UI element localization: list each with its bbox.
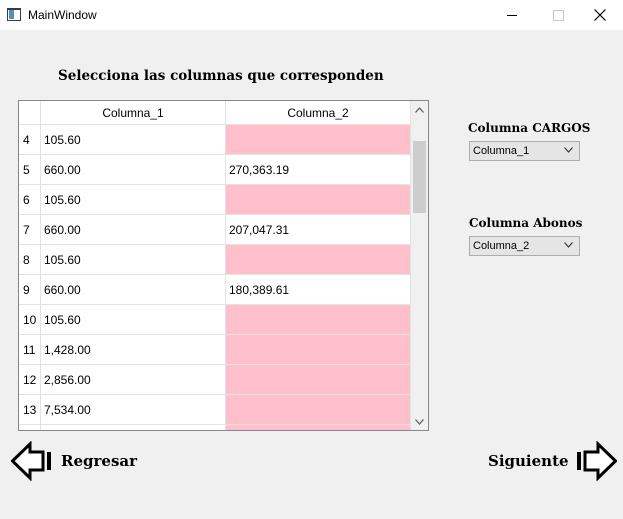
table-row: 7 660.00 207,047.31	[19, 215, 411, 245]
maximize-icon	[552, 9, 564, 21]
table-row: 13 7,534.00	[19, 395, 411, 425]
data-table[interactable]: Columna_1 Columna_2 4 105.60 5 660.00 270,36…	[18, 100, 429, 431]
cell-columna-1[interactable]	[41, 425, 226, 430]
row-header[interactable]: 14	[19, 425, 41, 430]
table-row: 9 660.00 180,389.61	[19, 275, 411, 305]
row-header[interactable]: 11	[19, 335, 41, 365]
minimize-button[interactable]	[489, 0, 535, 30]
row-header[interactable]: 13	[19, 395, 41, 425]
page-heading: Selecciona las columnas que corresponden	[58, 68, 384, 84]
cell-columna-2[interactable]	[226, 245, 411, 275]
table-corner-header[interactable]	[19, 101, 41, 125]
close-button[interactable]	[577, 0, 623, 30]
cargos-selected-value: Columna_1	[473, 145, 530, 157]
row-header[interactable]: 4	[19, 125, 41, 155]
cell-columna-2[interactable]	[226, 335, 411, 365]
minimize-icon	[506, 14, 517, 16]
cell-columna-2[interactable]	[226, 425, 411, 430]
cell-columna-2[interactable]	[226, 365, 411, 395]
cell-columna-2[interactable]: 270,363.19	[226, 155, 411, 185]
chevron-up-icon	[415, 106, 424, 113]
table-row: 8 105.60	[19, 245, 411, 275]
next-button[interactable]: Siguiente	[488, 441, 617, 481]
cell-columna-2[interactable]	[226, 185, 411, 215]
chevron-down-icon	[415, 418, 424, 425]
app-window-icon	[7, 8, 21, 21]
cell-columna-2[interactable]: 207,047.31	[226, 215, 411, 245]
cell-columna-2[interactable]: 180,389.61	[226, 275, 411, 305]
cell-columna-2[interactable]	[226, 305, 411, 335]
cell-columna-1[interactable]: 660.00	[41, 155, 226, 185]
cell-columna-1[interactable]: 660.00	[41, 275, 226, 305]
arrow-right-icon	[576, 441, 617, 481]
back-button[interactable]: Regresar	[11, 441, 137, 481]
window-title: MainWindow	[28, 8, 97, 22]
table-body: 4 105.60 5 660.00 270,363.19 6 105.60 7 660.00 20…	[19, 125, 411, 430]
abonos-label: Columna Abonos	[469, 216, 583, 230]
table-row: 6 105.60	[19, 185, 411, 215]
table-row: 12 2,856.00	[19, 365, 411, 395]
table-row: 4 105.60	[19, 125, 411, 155]
cell-columna-1[interactable]: 660.00	[41, 215, 226, 245]
scroll-down-button[interactable]	[411, 413, 428, 430]
column-header-2[interactable]: Columna_2	[226, 101, 411, 125]
close-icon	[594, 9, 606, 21]
cargos-column-select[interactable]: Columna_1	[469, 141, 580, 161]
row-header[interactable]: 12	[19, 365, 41, 395]
row-header[interactable]: 9	[19, 275, 41, 305]
arrow-left-icon	[11, 441, 51, 481]
row-header[interactable]: 6	[19, 185, 41, 215]
column-header-1[interactable]: Columna_1	[41, 101, 226, 125]
abonos-selected-value: Columna_2	[473, 240, 530, 252]
scrollbar-thumb[interactable]	[413, 141, 426, 213]
cargos-label: Columna CARGOS	[468, 121, 591, 135]
cell-columna-1[interactable]: 7,534.00	[41, 395, 226, 425]
row-header[interactable]: 7	[19, 215, 41, 245]
table-row: 14	[19, 425, 411, 430]
chevron-down-icon	[564, 242, 573, 248]
row-header[interactable]: 5	[19, 155, 41, 185]
title-bar: MainWindow	[0, 0, 623, 30]
back-label: Regresar	[61, 452, 138, 470]
vertical-scrollbar[interactable]	[411, 101, 428, 430]
chevron-down-icon	[564, 147, 573, 153]
row-header[interactable]: 10	[19, 305, 41, 335]
scroll-up-button[interactable]	[411, 101, 428, 118]
cell-columna-1[interactable]: 105.60	[41, 185, 226, 215]
next-label: Siguiente	[488, 452, 569, 470]
table-row: 11 1,428.00	[19, 335, 411, 365]
cell-columna-1[interactable]: 2,856.00	[41, 365, 226, 395]
cell-columna-1[interactable]: 105.60	[41, 305, 226, 335]
abonos-column-select[interactable]: Columna_2	[469, 236, 580, 256]
row-header[interactable]: 8	[19, 245, 41, 275]
cell-columna-2[interactable]	[226, 125, 411, 155]
cell-columna-1[interactable]: 105.60	[41, 245, 226, 275]
cell-columna-1[interactable]: 105.60	[41, 125, 226, 155]
table-row: 10 105.60	[19, 305, 411, 335]
maximize-button[interactable]	[535, 0, 581, 30]
cell-columna-1[interactable]: 1,428.00	[41, 335, 226, 365]
cell-columna-2[interactable]	[226, 395, 411, 425]
table-row: 5 660.00 270,363.19	[19, 155, 411, 185]
